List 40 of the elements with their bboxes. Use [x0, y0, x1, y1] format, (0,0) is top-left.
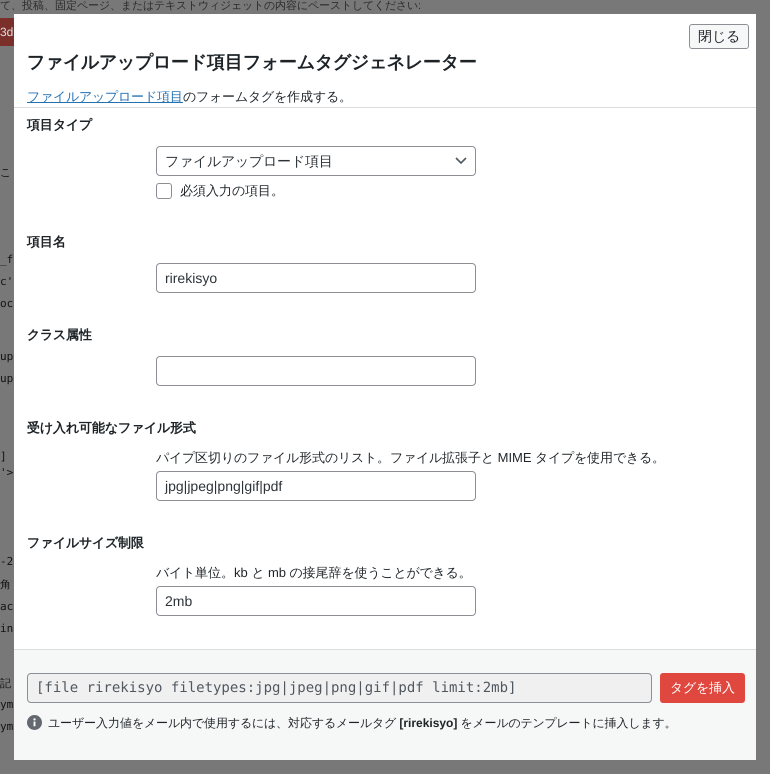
code-text: oc [0, 297, 14, 310]
type-select[interactable]: ファイルアップロード項目 [156, 146, 476, 176]
tag-field[interactable]: [file rirekisyo filetypes:jpg|jpeg|png|gif|pdf limit:2mb] [27, 672, 652, 703]
text-field[interactable]: jpg|jpeg|png|gif|pdf [156, 470, 476, 501]
code-text: こ [0, 165, 11, 180]
code-text: ] [0, 450, 7, 463]
checkbox-label: 必須入力の項目。 [180, 182, 284, 200]
info-icon [27, 715, 42, 730]
note-text: ユーザー入力値をメール内で使用するには、対応するメールタグ [rirekisyo] をメールのテンプレートに挿入します。 [48, 714, 677, 731]
field-label: 項目名 [27, 232, 66, 251]
text-field[interactable] [156, 356, 476, 386]
code-text: ac [0, 600, 14, 613]
insert-tag-button[interactable]: タグを挿入 [660, 672, 745, 703]
field-label: ファイルサイズ制限 [27, 534, 144, 552]
field-label: 項目タイプ [27, 116, 92, 134]
modal-title: ファイルアップロード項目フォームタグジェネレーター [27, 51, 478, 74]
field-description: バイト単位。kb と mb の接尾辞を使うことができる。 [156, 564, 472, 582]
intro-text: ファイルアップロード項目 のフォームタグを作成する。 [27, 88, 353, 106]
code-text: 記 [0, 676, 11, 691]
chevron-down-icon [455, 156, 467, 165]
code-text: up [0, 372, 14, 385]
required-checkbox[interactable] [156, 182, 172, 199]
code-text: up [0, 350, 14, 363]
close-button[interactable]: 閉じる [689, 24, 749, 49]
text-field[interactable]: 2mb [156, 586, 476, 616]
code-text: in [0, 622, 14, 635]
code-text: ym [0, 720, 14, 733]
notice-text: て、投稿、固定ページ、またはテキストウィジェットの内容にペーストしてください: [0, 0, 422, 13]
text-field[interactable]: rirekisyo [156, 262, 476, 293]
code-text: -2 [0, 555, 14, 568]
code-text: c' [0, 275, 14, 288]
field-description: パイプ区切りのファイル形式のリスト。ファイル拡張子と MIME タイプを使用できる。 [156, 448, 666, 467]
code-text: 角 [0, 577, 11, 592]
intro-link[interactable]: ファイルアップロード項目 [27, 89, 183, 104]
field-label: 受け入れ可能なファイル形式 [27, 418, 196, 437]
code-text: ym [0, 698, 14, 711]
code-text: '> [0, 466, 14, 479]
field-label: クラス属性 [27, 326, 92, 344]
code-text: _f [0, 253, 14, 266]
tag-badge: 3d [0, 18, 14, 46]
